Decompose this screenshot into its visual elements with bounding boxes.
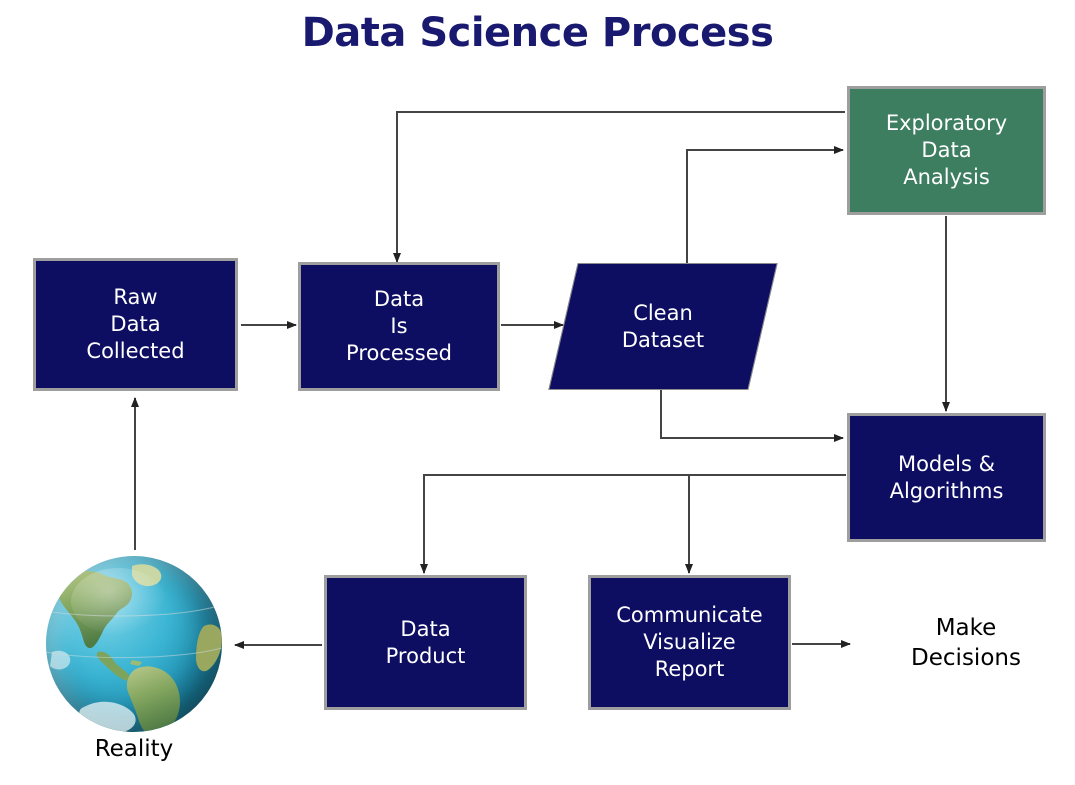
diagram-canvas: Data Science Process Raw Data Collected … <box>0 0 1075 785</box>
node-models-and-algorithms[interactable]: Models & Algorithms <box>847 413 1046 542</box>
node-label: Clean Dataset <box>563 263 763 390</box>
node-clean-dataset[interactable]: Clean Dataset <box>548 263 778 390</box>
node-line: Dataset <box>621 327 705 352</box>
node-line: Make <box>935 615 997 641</box>
node-line: Collected <box>86 338 185 363</box>
edge-clean-to-eda <box>686 146 844 264</box>
node-raw-data-collected[interactable]: Raw Data Collected <box>33 258 238 391</box>
node-communicate-visualize-report[interactable]: Communicate Visualize Report <box>588 575 791 710</box>
node-line: Is <box>390 314 408 339</box>
reality-label: Reality <box>94 736 174 762</box>
node-line: Product <box>385 643 466 668</box>
node-make-decisions: Make Decisions <box>866 614 1066 674</box>
edge-eda-to-processed <box>393 111 845 263</box>
node-line: Processed <box>346 340 452 365</box>
edge-models-to-dataproduct <box>420 474 846 574</box>
node-line: Data <box>921 138 972 163</box>
node-line: Algorithms <box>889 478 1004 503</box>
node-line: Decisions <box>911 644 1021 671</box>
globe-earth-icon <box>46 556 222 732</box>
node-line: Data <box>110 312 161 337</box>
node-line: Communicate <box>616 603 763 628</box>
node-line: Models & <box>897 451 996 476</box>
node-data-is-processed[interactable]: Data Is Processed <box>298 262 500 391</box>
node-line: Data <box>373 287 425 312</box>
node-line: Visualize <box>643 630 736 655</box>
node-line: Report <box>654 656 725 681</box>
node-reality[interactable] <box>46 556 222 732</box>
edge-clean-to-models <box>660 390 844 442</box>
node-line: Raw <box>113 285 158 310</box>
node-line: Clean <box>633 300 693 325</box>
node-line: Exploratory <box>885 111 1008 136</box>
node-line: Analysis <box>903 164 990 189</box>
node-exploratory-data-analysis[interactable]: Exploratory Data Analysis <box>847 86 1046 215</box>
node-data-product[interactable]: Data Product <box>324 575 527 710</box>
node-line: Data <box>400 616 451 641</box>
